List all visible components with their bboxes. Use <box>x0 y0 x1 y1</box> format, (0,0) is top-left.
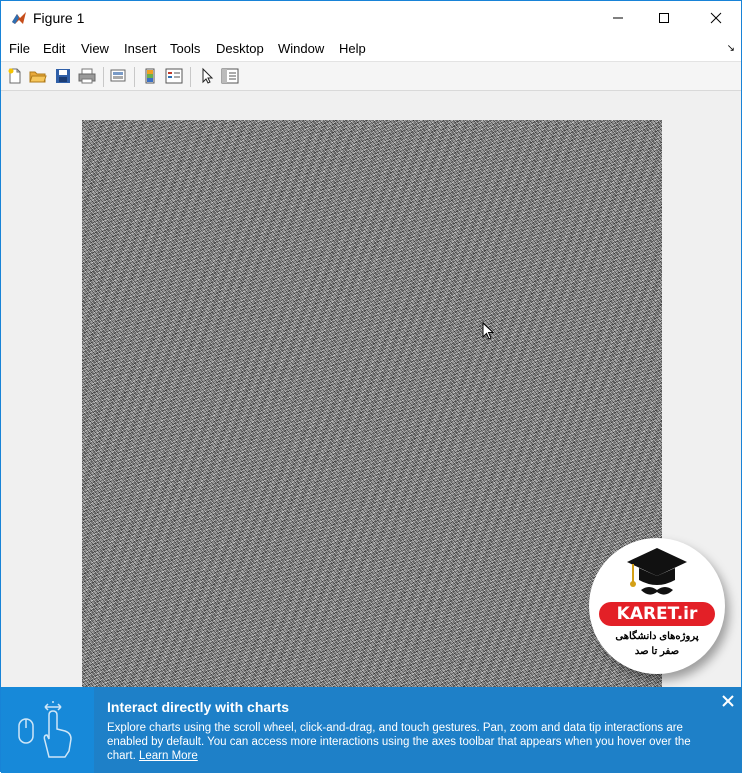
edit-plot-icon[interactable] <box>198 67 216 85</box>
toolbar-separator <box>190 67 191 87</box>
graduation-cap-icon <box>627 548 687 595</box>
mouse-touch-gesture-icon <box>18 701 72 758</box>
property-inspector-icon[interactable] <box>221 67 239 85</box>
window-title: Figure 1 <box>33 10 85 26</box>
menu-overflow-arrow[interactable]: ↘ <box>727 43 735 54</box>
watermark-subtitle-2: صفر تا صد <box>634 646 680 657</box>
new-figure-icon[interactable] <box>6 67 24 85</box>
banner-title: Interact directly with charts <box>107 699 290 715</box>
banner-icon-panel <box>1 687 94 773</box>
menu-desktop[interactable]: Desktop <box>216 41 264 56</box>
learn-more-link[interactable]: Learn More <box>139 750 198 762</box>
matlab-icon <box>11 10 27 26</box>
link-plot-icon[interactable] <box>109 67 127 85</box>
save-icon[interactable] <box>54 67 72 85</box>
close-button[interactable] <box>693 1 739 35</box>
minimize-button[interactable] <box>595 1 641 35</box>
title-bar[interactable]: Figure 1 <box>1 1 741 35</box>
karet-watermark-logo: KARET.ir پروژه‌های دانشگاهی صفر تا صد <box>589 538 725 674</box>
maximize-button[interactable] <box>641 1 687 35</box>
watermark-subtitle-1: پروژه‌های دانشگاهی <box>615 631 699 642</box>
maximize-icon <box>659 13 669 23</box>
menu-view[interactable]: View <box>81 41 109 56</box>
watermark-brand: KARET.ir <box>599 602 715 626</box>
insert-colorbar-icon[interactable] <box>141 67 159 85</box>
toolbar-separator <box>103 67 104 87</box>
menu-window[interactable]: Window <box>278 41 324 56</box>
menu-file[interactable]: File <box>9 41 30 56</box>
menu-tools[interactable]: Tools <box>170 41 200 56</box>
open-file-icon[interactable] <box>29 67 47 85</box>
print-icon[interactable] <box>78 67 96 85</box>
figure-window: Figure 1 File Edit View Insert Tools Des… <box>0 0 742 773</box>
noise-image-axes[interactable] <box>82 120 662 688</box>
banner-description: Explore charts using the scroll wheel, c… <box>107 721 707 763</box>
banner-close-icon[interactable] <box>721 694 735 708</box>
menu-insert[interactable]: Insert <box>124 41 157 56</box>
menu-help[interactable]: Help <box>339 41 366 56</box>
figure-toolbar <box>1 61 741 91</box>
minimize-icon <box>613 17 623 19</box>
mouse-cursor-icon <box>482 322 494 340</box>
interaction-tip-banner: Interact directly with charts Explore ch… <box>1 687 742 773</box>
menu-edit[interactable]: Edit <box>43 41 65 56</box>
toolbar-separator <box>134 67 135 87</box>
insert-legend-icon[interactable] <box>165 67 183 85</box>
close-icon <box>710 12 722 24</box>
menu-bar: File Edit View Insert Tools Desktop Wind… <box>1 35 741 61</box>
